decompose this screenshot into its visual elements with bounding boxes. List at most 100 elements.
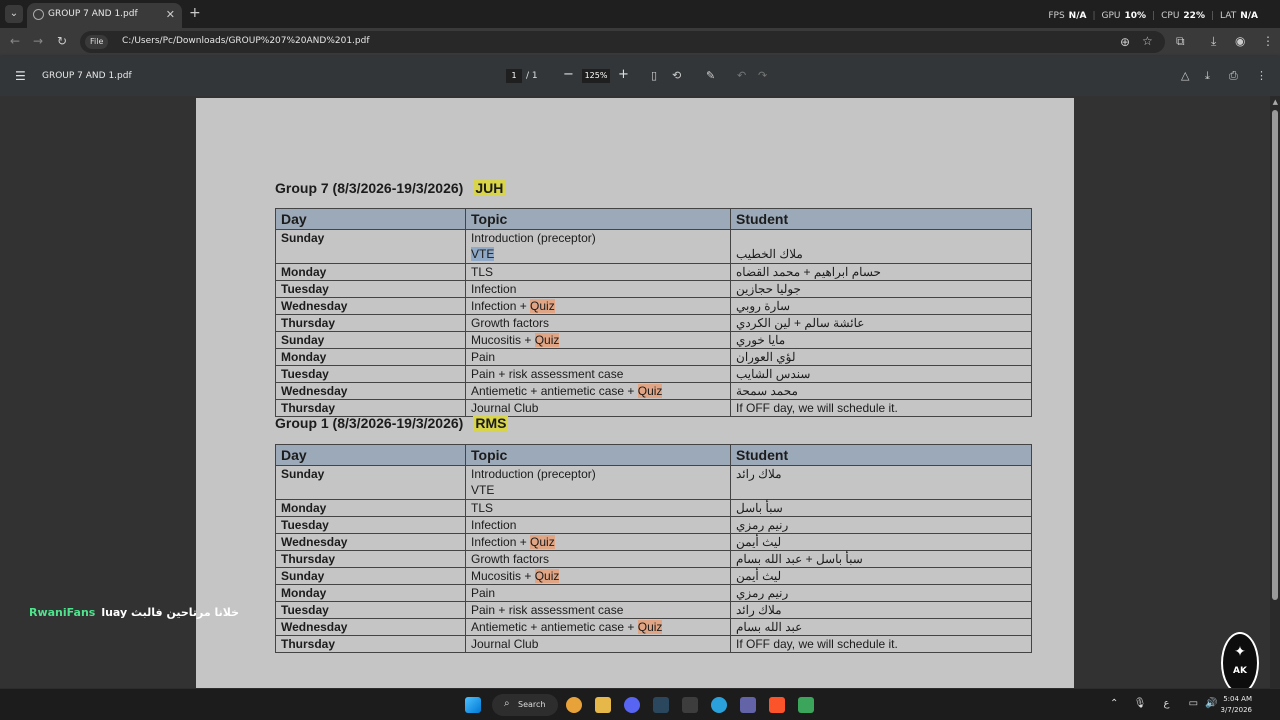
tab-close-icon[interactable]: ✕ [166,8,175,21]
overlay-green-text: RwaniFans [29,606,96,619]
profile-icon[interactable]: ◉ [1235,34,1245,48]
cell-day: Wednesday [275,618,466,636]
zoom-input[interactable]: 125% [582,69,610,83]
topic-text: Infection + [471,535,531,549]
discord-icon[interactable] [624,697,640,713]
cell-student: مايا خوري [730,331,1032,349]
url-text[interactable]: C:/Users/Pc/Downloads/GROUP%207%20AND%20… [122,36,370,46]
topic-text: Mucositis + [471,569,535,583]
rotate-icon[interactable]: ⟲ [672,69,681,82]
cell-day: Tuesday [275,516,466,534]
table-row: Sunday Introduction (preceptor) VTE ملاك … [275,465,1032,500]
redo-icon[interactable]: ↷ [758,69,767,82]
browser-toolbar: ← → ↻ File C:/Users/Pc/Downloads/GROUP%2… [0,28,1280,56]
quiz-highlight: Quiz [534,333,560,347]
cell-day: Thursday [275,399,466,417]
group1-title: Group 1 (8/3/2026-19/3/2026) RMS [275,415,509,431]
drive-icon[interactable]: △ [1181,69,1189,82]
fit-page-icon[interactable]: ▯ [651,69,657,82]
more-menu-icon[interactable]: ⋮ [1262,34,1274,48]
scrollbar-thumb[interactable] [1272,110,1278,600]
cell-topic: Infection [465,516,731,534]
bookmark-star-icon[interactable]: ☆ [1142,34,1153,48]
cell-day: Tuesday [275,601,466,619]
table-row: Wednesday Antiemetic + antiemetic case +… [275,618,1032,636]
annotate-icon[interactable]: ✎ [706,69,715,82]
cell-day: Sunday [275,567,466,585]
cell-student: ليث أيمن [730,567,1032,585]
student-name: ملاك الخطيب [736,247,803,261]
quiz-highlight: Quiz [530,535,555,549]
taskbar: ⌕ Search ⌃ 🎙 ع ▭ 🔊 5:04 AM 3/7/2026 [0,688,1280,720]
cell-student: If OFF day, we will schedule it. [730,399,1032,417]
pdf-download-icon[interactable]: ⤓ [1205,69,1210,83]
quiz-highlight: Quiz [637,384,663,398]
quiz-highlight: Quiz [534,569,560,583]
chevron-up-icon[interactable]: ⌃ [1110,698,1118,709]
print-icon[interactable]: ⎙ [1229,69,1238,83]
zoom-in-button[interactable]: + [618,67,629,82]
cell-topic: Growth factors [465,314,731,332]
app-icon[interactable] [682,697,698,713]
cell-topic: Pain + risk assessment case [465,365,731,383]
chrome-icon[interactable] [566,697,582,713]
clock[interactable]: 5:04 AM 3/7/2026 [1221,694,1252,716]
cell-topic: Introduction (preceptor) VTE [465,465,731,500]
whatsapp-icon[interactable] [798,697,814,713]
group7-title-text: Group 7 (8/3/2026-19/3/2026) [275,180,464,196]
cell-topic: Journal Club [465,635,731,653]
cell-student: If OFF day, we will schedule it. [730,635,1032,653]
group1-site: RMS [473,415,509,431]
gpu-value: 10% [1124,11,1147,21]
file-explorer-icon[interactable] [595,697,611,713]
tab-search-button[interactable]: ⌄ [5,5,23,23]
page-number-input[interactable]: 1 [506,69,522,83]
reload-icon[interactable]: ↻ [57,34,67,48]
forward-icon[interactable]: → [33,34,43,48]
telegram-icon[interactable] [711,697,727,713]
cell-student: جوليا حجازين [730,280,1032,298]
group1-title-text: Group 1 (8/3/2026-19/3/2026) [275,415,464,431]
brave-icon[interactable] [769,697,785,713]
address-bar[interactable]: File C:/Users/Pc/Downloads/GROUP%207%20A… [80,31,1165,53]
language-indicator[interactable]: ع [1163,698,1169,709]
undo-icon[interactable]: ↶ [737,69,746,82]
cell-day: Thursday [275,314,466,332]
topic-line-selected: VTE [471,247,495,261]
microphone-icon[interactable]: 🎙 [1134,698,1147,709]
table-row: Wednesday Antiemetic + antiemetic case +… [275,382,1032,400]
extensions-icon[interactable]: ⧉ [1176,34,1185,49]
cell-day: Thursday [275,635,466,653]
cell-topic: Antiemetic + antiemetic case + Quiz [465,382,731,400]
tab-strip: ⌄ GROUP 7 AND 1.pdf ✕ + FPS N/A | GPU 10% … [0,0,1280,28]
browser-tab[interactable]: GROUP 7 AND 1.pdf ✕ [27,3,182,28]
back-icon[interactable]: ← [10,34,20,48]
scroll-up-arrow[interactable]: ▲ [1273,98,1278,106]
steam-icon[interactable] [653,697,669,713]
topic-line: Introduction (preceptor) [471,467,596,481]
cell-topic: Infection + Quiz [465,297,731,315]
new-tab-button[interactable]: + [189,5,201,21]
file-chip[interactable]: File [85,35,109,49]
pdf-more-icon[interactable]: ⋮ [1256,69,1267,82]
cell-day: Monday [275,348,466,366]
download-icon[interactable]: ⤓ [1211,34,1216,49]
vertical-scrollbar[interactable]: ▲ [1270,96,1280,688]
taskbar-search[interactable]: ⌕ Search [492,694,558,716]
volume-icon[interactable]: 🔊 [1205,698,1217,709]
quiz-highlight: Quiz [530,299,555,313]
zoom-icon[interactable]: ⊕ [1120,35,1130,49]
cell-topic: Mucositis + Quiz [465,331,731,349]
topic-text: Mucositis + [471,333,535,347]
cell-topic: Pain [465,348,731,366]
header-student: Student [730,208,1032,230]
table-row: Sunday Introduction (preceptor) VTE ملاك … [275,229,1032,264]
header-day: Day [275,208,466,230]
clock-time: 5:04 AM [1223,695,1252,703]
teams-icon[interactable] [740,697,756,713]
zoom-out-button[interactable]: − [563,67,574,82]
menu-icon[interactable]: ☰ [15,69,26,83]
network-icon[interactable]: ▭ [1189,698,1198,709]
cell-student: سارة روبي [730,297,1032,315]
windows-start-icon[interactable] [465,697,481,713]
